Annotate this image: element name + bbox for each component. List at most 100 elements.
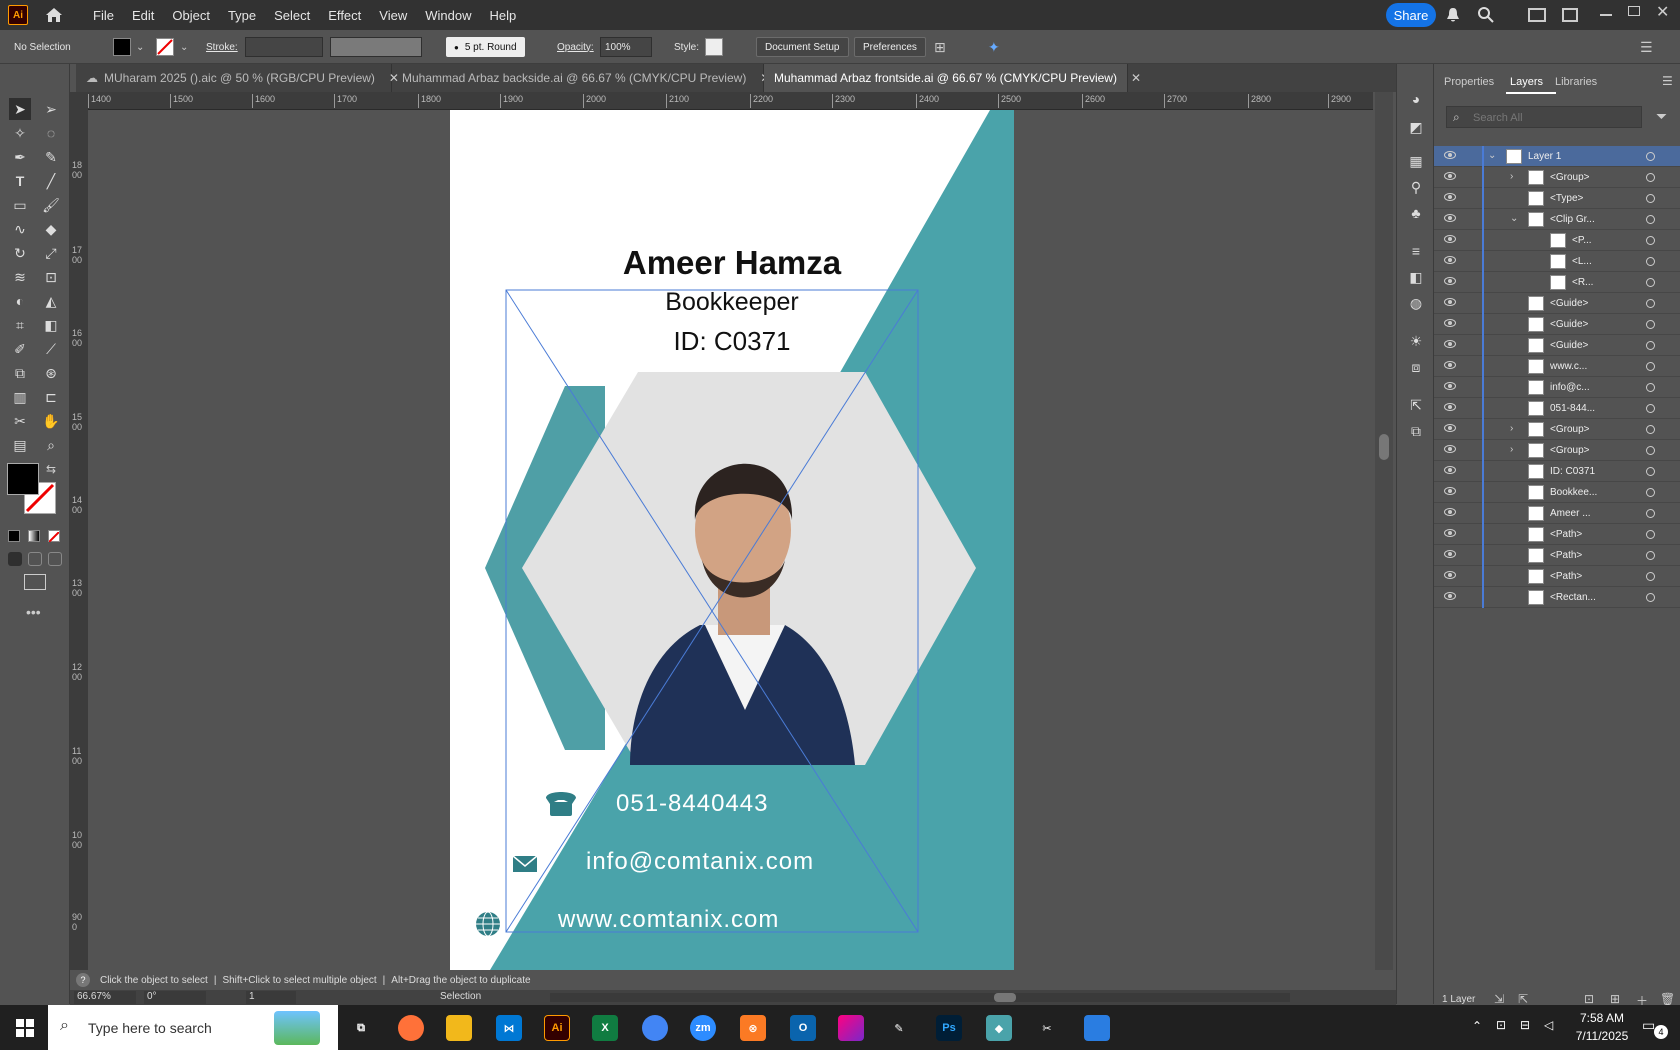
target-circle-icon[interactable] xyxy=(1646,425,1655,434)
target-circle-icon[interactable] xyxy=(1646,194,1655,203)
magic-wand-icon[interactable]: ✧ xyxy=(9,122,31,144)
illustrator-taskbar-icon[interactable]: Ai xyxy=(544,1015,570,1041)
symbol-sprayer-icon[interactable]: ⊛ xyxy=(40,362,62,384)
menu-select[interactable]: Select xyxy=(265,8,319,23)
home-icon[interactable] xyxy=(44,5,64,25)
export-layer-icon[interactable]: ⇱ xyxy=(1518,992,1528,1006)
panel-menu-icon[interactable]: ☰ xyxy=(1662,74,1673,88)
visibility-eye-icon[interactable] xyxy=(1444,403,1456,411)
photoshop-icon[interactable]: Ps xyxy=(936,1015,962,1041)
visibility-eye-icon[interactable] xyxy=(1444,361,1456,369)
visibility-eye-icon[interactable] xyxy=(1444,235,1456,243)
scroll-thumb[interactable] xyxy=(994,993,1016,1002)
visibility-eye-icon[interactable] xyxy=(1444,445,1456,453)
visibility-eye-icon[interactable] xyxy=(1444,466,1456,474)
arrange-documents-icon[interactable] xyxy=(1528,8,1546,22)
artboard-tool-icon[interactable]: ⊏ xyxy=(40,386,62,408)
color-mode-icon[interactable] xyxy=(8,530,20,542)
layer-row[interactable]: <Rectan... xyxy=(1434,587,1680,608)
paintbrush-icon[interactable]: 🖌 xyxy=(40,194,62,216)
gradient-mode-icon[interactable] xyxy=(28,530,40,542)
make-clip-icon[interactable]: ⊡ xyxy=(1584,992,1594,1006)
app-icon-scissors[interactable]: ✂ xyxy=(1034,1015,1060,1041)
target-circle-icon[interactable] xyxy=(1646,488,1655,497)
brush-definition[interactable]: ● 5 pt. Round xyxy=(446,37,525,57)
panel-menu-icon[interactable]: ☰ xyxy=(1640,37,1653,57)
column-graph-icon[interactable]: ▥ xyxy=(9,386,31,408)
target-circle-icon[interactable] xyxy=(1646,173,1655,182)
type-tool-icon[interactable]: T xyxy=(9,170,31,192)
card-id[interactable]: ID: C0371 xyxy=(450,326,1014,357)
artboard-field[interactable]: 1 xyxy=(246,991,296,1004)
menu-effect[interactable]: Effect xyxy=(319,8,370,23)
brushes-icon[interactable]: ⚲ xyxy=(1405,176,1427,198)
layer-row[interactable]: ⌄ <Clip Gr... xyxy=(1434,209,1680,230)
chevron-down-icon[interactable]: ⌄ xyxy=(1488,150,1496,161)
align-icon[interactable]: ⊞ xyxy=(934,37,946,57)
layer-row[interactable]: <Path> xyxy=(1434,566,1680,587)
menu-type[interactable]: Type xyxy=(219,8,265,23)
print-tiling-icon[interactable]: ▤ xyxy=(9,434,31,456)
notifications-icon[interactable]: ▭ 4 xyxy=(1642,1017,1668,1039)
bell-icon[interactable] xyxy=(1446,7,1460,23)
selection-tool-icon[interactable]: ➤ xyxy=(9,98,31,120)
excel-icon[interactable]: X xyxy=(592,1015,618,1041)
layer-row[interactable]: ⌄ Layer 1 xyxy=(1434,146,1680,167)
target-circle-icon[interactable] xyxy=(1646,593,1655,602)
target-circle-icon[interactable] xyxy=(1646,446,1655,455)
visibility-eye-icon[interactable] xyxy=(1444,550,1456,558)
layer-row[interactable]: <R... xyxy=(1434,272,1680,293)
ruler-origin[interactable] xyxy=(70,92,88,110)
layer-row[interactable]: <Guide> xyxy=(1434,293,1680,314)
stroke-swatch[interactable] xyxy=(156,38,174,56)
workspace-icon[interactable] xyxy=(1562,8,1578,22)
stroke-weight-field[interactable] xyxy=(245,37,323,57)
menu-edit[interactable]: Edit xyxy=(123,8,163,23)
visibility-eye-icon[interactable] xyxy=(1444,508,1456,516)
target-circle-icon[interactable] xyxy=(1646,215,1655,224)
card-role[interactable]: Bookkeeper xyxy=(450,288,1014,317)
target-circle-icon[interactable] xyxy=(1646,299,1655,308)
visibility-eye-icon[interactable] xyxy=(1444,172,1456,180)
screen-mode-icon[interactable] xyxy=(24,574,46,590)
graphic-styles-icon[interactable]: ⧈ xyxy=(1405,356,1427,378)
stroke-label[interactable]: Stroke: xyxy=(206,37,238,57)
rectangle-tool-icon[interactable]: ▭ xyxy=(9,194,31,216)
visibility-eye-icon[interactable] xyxy=(1444,256,1456,264)
menu-object[interactable]: Object xyxy=(163,8,219,23)
color-guide-icon[interactable]: ◩ xyxy=(1405,116,1427,138)
recolor-icon[interactable]: ✦ xyxy=(988,37,1000,57)
tab-backside[interactable]: Muhammad Arbaz backside.ai @ 66.67 % (CM… xyxy=(392,64,770,92)
menu-help[interactable]: Help xyxy=(480,8,525,23)
visibility-eye-icon[interactable] xyxy=(1444,214,1456,222)
none-mode-icon[interactable] xyxy=(48,530,60,543)
visibility-eye-icon[interactable] xyxy=(1444,382,1456,390)
target-circle-icon[interactable] xyxy=(1646,152,1655,161)
layer-row[interactable]: Ameer ... xyxy=(1434,503,1680,524)
filter-icon[interactable]: ⏷ xyxy=(1656,108,1667,125)
vertical-ruler[interactable]: 1800 1700 1600 1500 1400 1300 1200 1100 … xyxy=(70,110,88,970)
target-circle-icon[interactable] xyxy=(1646,404,1655,413)
collect-export-icon[interactable]: ⇲ xyxy=(1494,992,1504,1006)
blend-tool-icon[interactable]: ⧉ xyxy=(9,362,31,384)
help-icon[interactable]: ? xyxy=(76,973,90,987)
zoom-field[interactable]: 66.67% xyxy=(74,991,136,1004)
shaper-tool-icon[interactable]: ∿ xyxy=(9,218,31,240)
rotate-tool-icon[interactable]: ↻ xyxy=(9,242,31,264)
card-website[interactable]: www.comtanix.com xyxy=(558,906,779,934)
draw-inside-icon[interactable] xyxy=(48,552,62,566)
more-tools-icon[interactable]: ••• xyxy=(26,604,41,620)
card-email[interactable]: info@comtanix.com xyxy=(586,848,814,876)
chevron-right-icon[interactable]: › xyxy=(1510,171,1513,182)
menu-file[interactable]: File xyxy=(84,8,123,23)
stroke-dropdown-icon[interactable]: ⌄ xyxy=(180,37,188,57)
vscode-icon[interactable]: ⋈ xyxy=(496,1015,522,1041)
layer-row[interactable]: ID: C0371 xyxy=(1434,461,1680,482)
curvature-tool-icon[interactable]: ✎ xyxy=(40,146,62,168)
card-name[interactable]: Ameer Hamza xyxy=(450,244,1014,282)
scroll-thumb[interactable] xyxy=(1379,434,1389,460)
visibility-eye-icon[interactable] xyxy=(1444,424,1456,432)
target-circle-icon[interactable] xyxy=(1646,383,1655,392)
slice-tool-icon[interactable]: ✂ xyxy=(9,410,31,432)
layer-row[interactable]: › <Group> xyxy=(1434,440,1680,461)
